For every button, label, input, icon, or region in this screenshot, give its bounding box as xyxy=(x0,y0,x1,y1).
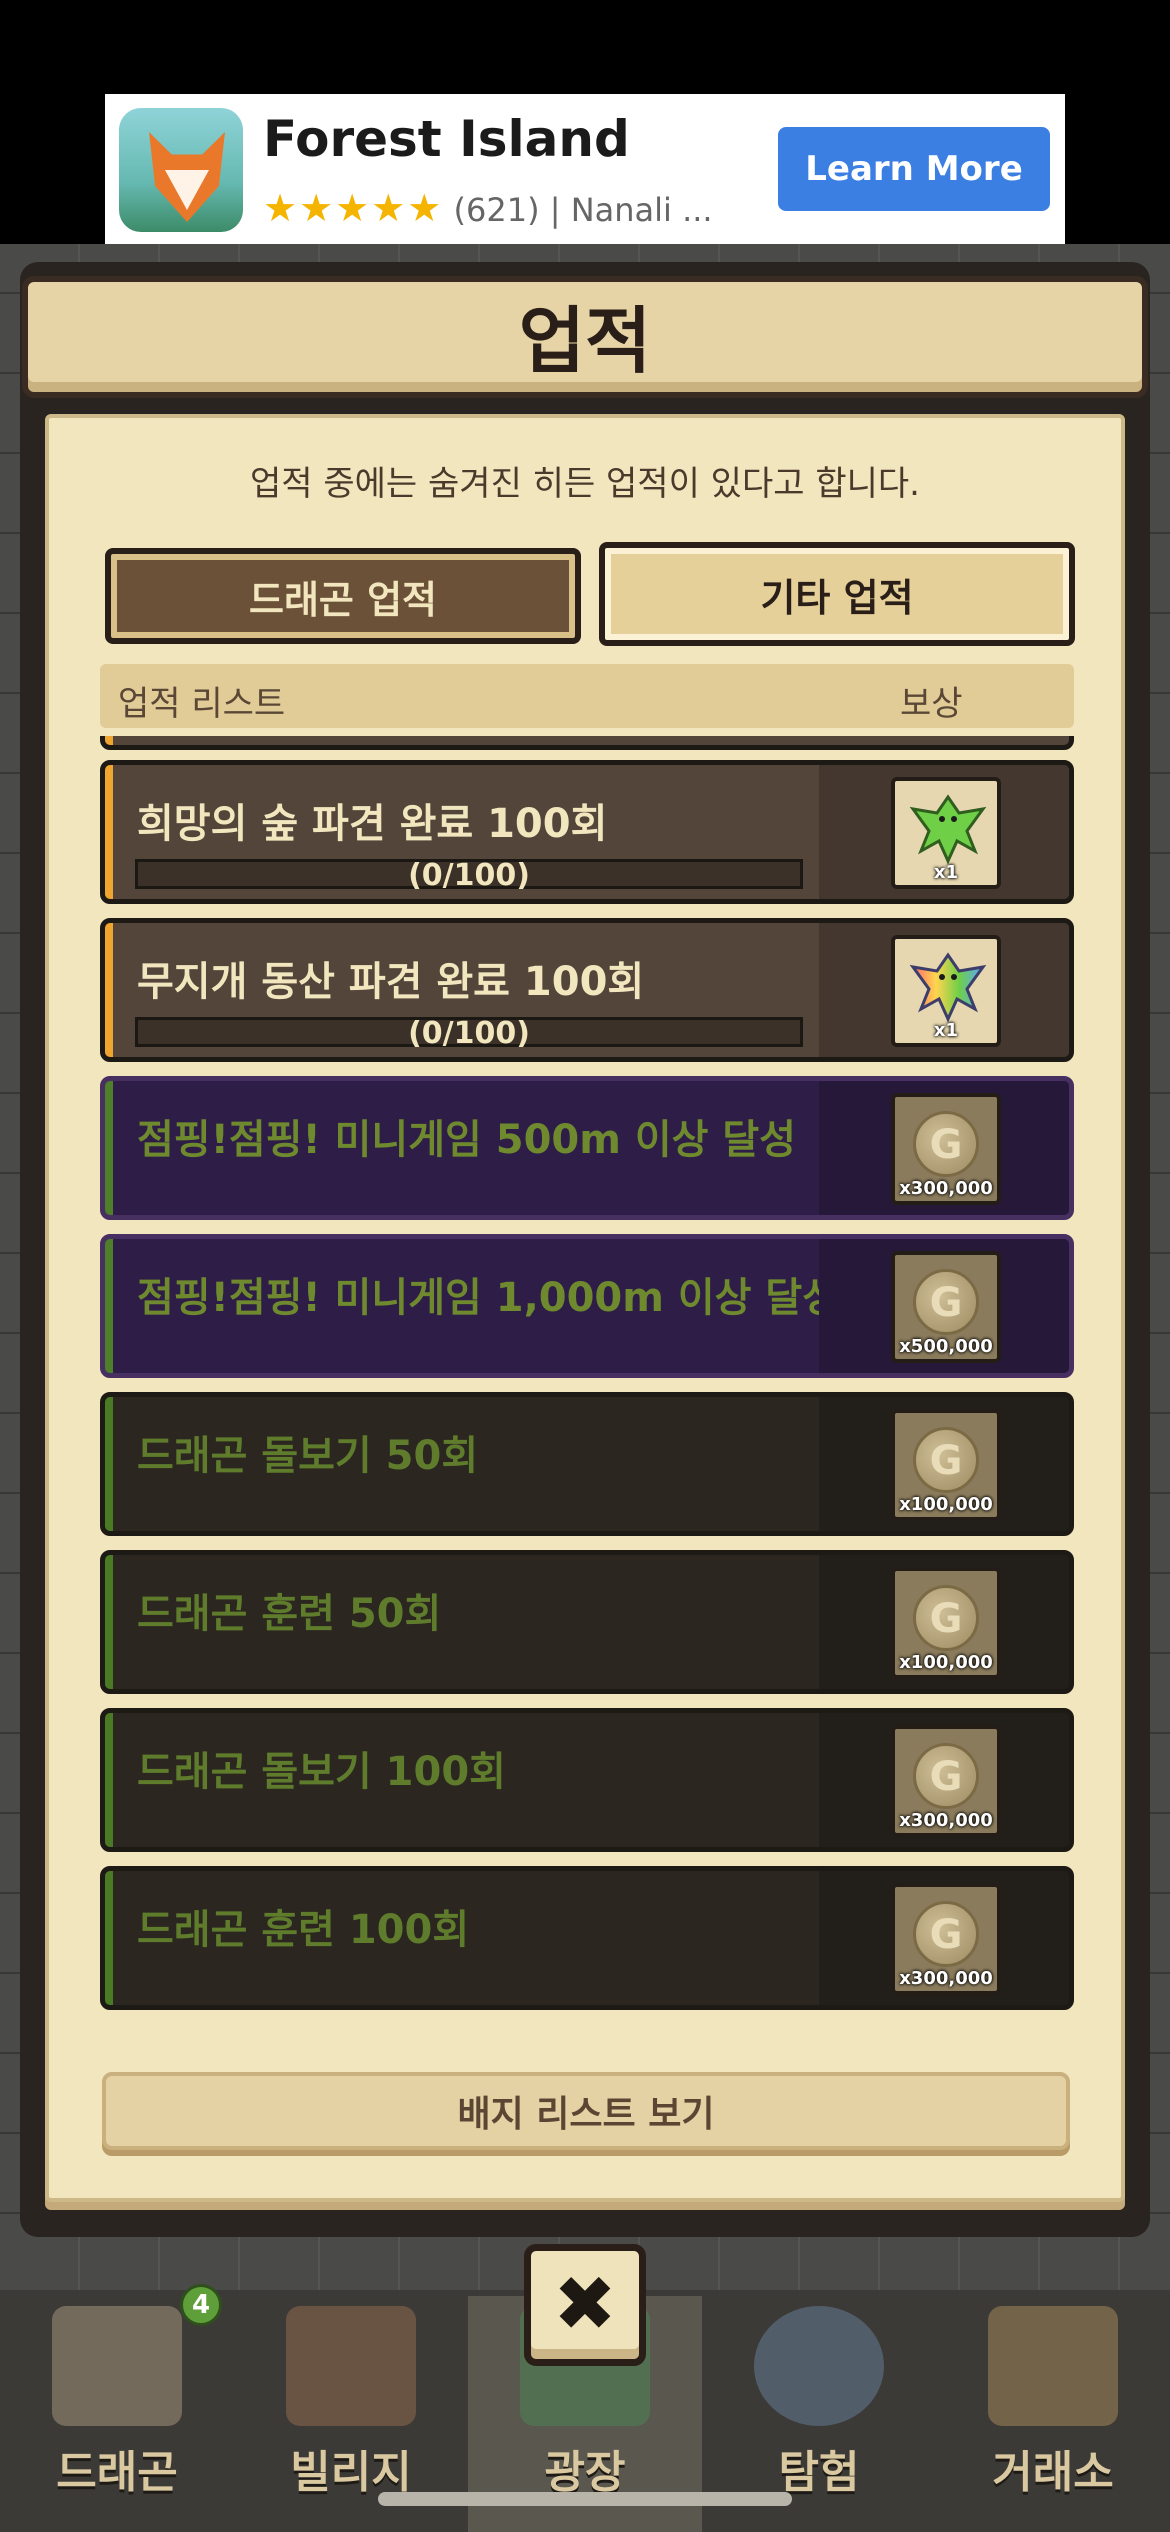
developer-name: Nanali ... xyxy=(570,191,713,229)
achievement-title: 드래곤 훈련 50회 xyxy=(137,1591,442,1637)
list-item[interactable]: 드래곤 돌보기 50회 x100,000 xyxy=(100,1392,1074,1536)
achievement-title: 점핑!점핑! 미니게임 500m 이상 달성 xyxy=(137,1117,796,1163)
progress-text: (0/100) xyxy=(408,858,530,893)
progress-text: (0/100) xyxy=(408,1016,530,1051)
achievement-title: 드래곤 돌보기 50회 xyxy=(137,1433,479,1479)
list-item[interactable]: 드래곤 훈련 50회 x100,000 xyxy=(100,1550,1074,1694)
separator: | xyxy=(549,191,561,229)
nav-label: 탐험 xyxy=(778,2447,860,2498)
list-header-title: 업적 리스트 xyxy=(118,684,286,724)
list-item[interactable]: 드래곤 돌보기 100회 x300,000 xyxy=(100,1708,1074,1852)
gold-coin-icon xyxy=(913,1111,979,1177)
rating-count: (621) xyxy=(453,191,540,229)
reward-quantity: x500,000 xyxy=(899,1336,993,1357)
reward-slot[interactable]: x100,000 xyxy=(891,1567,1001,1679)
close-button[interactable]: ✖ xyxy=(524,2244,646,2366)
learn-more-button[interactable]: Learn More xyxy=(778,127,1050,211)
progress-bar: (0/100) xyxy=(135,858,803,893)
achievement-title: 드래곤 돌보기 100회 xyxy=(137,1749,506,1795)
reward-slot[interactable]: x1 xyxy=(891,935,1001,1047)
nav-label: 광장 xyxy=(544,2447,626,2498)
modal-body: 업적 중에는 숨겨진 히든 업적이 있다고 합니다. 드래곤 업적 기타 업적 … xyxy=(45,414,1125,2202)
notification-badge: 4 xyxy=(180,2284,222,2326)
green-dragon-icon xyxy=(909,794,987,865)
modal-title-bar: 업적 xyxy=(22,276,1148,398)
tab-dragon-achievements[interactable]: 드래곤 업적 xyxy=(105,548,581,644)
home-indicator[interactable] xyxy=(378,2492,792,2506)
achievement-title: 무지개 동산 파견 완료 100회 xyxy=(137,959,645,1005)
list-item xyxy=(100,736,1074,750)
list-header-reward: 보상 xyxy=(900,684,963,724)
ad-app-name[interactable]: Forest Island xyxy=(263,110,630,168)
nav-label: 빌리지 xyxy=(290,2447,412,2498)
rainbow-dragon-icon xyxy=(909,952,987,1023)
nav-label: 거래소 xyxy=(992,2447,1114,2498)
achievement-list[interactable]: 희망의 숲 파견 완료 100회 (0/100) x1 무지개 동산 파견 완료… xyxy=(100,736,1074,2060)
reward-slot[interactable]: x300,000 xyxy=(891,1725,1001,1837)
reward-quantity: x300,000 xyxy=(899,1178,993,1199)
list-item[interactable]: 드래곤 훈련 100회 x300,000 xyxy=(100,1866,1074,2010)
village-nav-icon xyxy=(286,2306,416,2426)
nav-label: 드래곤 xyxy=(56,2447,178,2498)
modal-title: 업적 xyxy=(518,298,652,383)
achievement-title: 드래곤 훈련 100회 xyxy=(137,1907,470,1953)
tab-other-achievements[interactable]: 기타 업적 xyxy=(599,542,1075,646)
app-icon[interactable] xyxy=(119,108,243,232)
reward-quantity: x100,000 xyxy=(899,1494,993,1515)
gold-coin-icon xyxy=(913,1585,979,1651)
achievement-title: 희망의 숲 파견 완료 100회 xyxy=(137,801,608,847)
reward-quantity: x1 xyxy=(933,1020,959,1041)
reward-quantity: x300,000 xyxy=(899,1810,993,1831)
ad-rating: ★★★★★ (621) | Nanali ... xyxy=(263,186,713,230)
reward-quantity: x300,000 xyxy=(899,1968,993,1989)
view-badge-list-button[interactable]: 배지 리스트 보기 xyxy=(102,2072,1070,2150)
ad-banner[interactable]: Forest Island ★★★★★ (621) | Nanali ... L… xyxy=(105,94,1065,244)
nav-item-dragon[interactable]: 4 드래곤 xyxy=(0,2284,234,2532)
dragon-nav-icon xyxy=(52,2306,182,2426)
modal-subtitle: 업적 중에는 숨겨진 히든 업적이 있다고 합니다. xyxy=(250,464,920,504)
reward-slot[interactable]: x300,000 xyxy=(891,1093,1001,1205)
list-item[interactable]: 점핑!점핑! 미니게임 1,000m 이상 달성 x500,000 xyxy=(100,1234,1074,1378)
scale-nav-icon xyxy=(988,2306,1118,2426)
gold-coin-icon xyxy=(913,1901,979,1967)
gold-coin-icon xyxy=(913,1269,979,1335)
gold-coin-icon xyxy=(913,1743,979,1809)
nav-item-exchange[interactable]: 거래소 xyxy=(936,2296,1170,2532)
compass-nav-icon xyxy=(754,2306,884,2426)
list-header: 업적 리스트 보상 xyxy=(100,664,1074,728)
reward-quantity: x100,000 xyxy=(899,1652,993,1673)
star-rating-icon: ★★★★★ xyxy=(263,186,444,230)
reward-slot[interactable]: x500,000 xyxy=(891,1251,1001,1363)
list-item[interactable]: 점핑!점핑! 미니게임 500m 이상 달성 x300,000 xyxy=(100,1076,1074,1220)
list-item[interactable]: 희망의 숲 파견 완료 100회 (0/100) x1 xyxy=(100,760,1074,904)
achievement-title: 점핑!점핑! 미니게임 1,000m 이상 달성 xyxy=(137,1275,839,1321)
reward-quantity: x1 xyxy=(933,862,959,883)
reward-slot[interactable]: x100,000 xyxy=(891,1409,1001,1521)
gold-coin-icon xyxy=(913,1427,979,1493)
reward-slot[interactable]: x300,000 xyxy=(891,1883,1001,1995)
list-item[interactable]: 무지개 동산 파견 완료 100회 (0/100) x1 xyxy=(100,918,1074,1062)
reward-slot[interactable]: x1 xyxy=(891,777,1001,889)
progress-bar: (0/100) xyxy=(135,1016,803,1051)
close-x-icon: ✖ xyxy=(553,2259,617,2348)
